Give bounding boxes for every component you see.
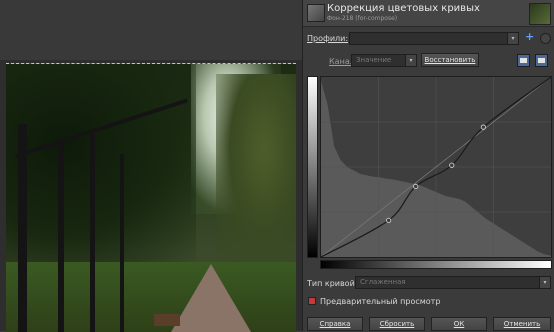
dialog-title: Коррекция цветовых кривых <box>327 3 480 14</box>
curve-control-point[interactable] <box>413 183 419 190</box>
curves-dialog: Коррекция цветовых кривых Фон-218 (for-c… <box>302 0 554 331</box>
preview-checkbox[interactable] <box>308 297 316 305</box>
chevron-down-icon[interactable]: ▾ <box>405 55 416 66</box>
curve-control-point[interactable] <box>480 124 486 130</box>
curve-control-point[interactable] <box>449 162 455 168</box>
image-canvas-area <box>0 0 302 332</box>
reset-channel-button[interactable]: Восстановить <box>421 53 479 67</box>
photo-trunk <box>120 154 124 332</box>
dialog-header: Коррекция цветовых кривых Фон-218 (for-c… <box>303 0 554 27</box>
profiles-combo[interactable]: ▾ <box>349 32 519 45</box>
chevron-down-icon[interactable]: ▾ <box>507 33 518 44</box>
photo-canopy-left <box>6 64 196 264</box>
photo-canvas[interactable] <box>6 63 296 332</box>
help-button[interactable]: Справка <box>307 317 363 331</box>
curve-control-point[interactable] <box>386 217 392 223</box>
profiles-label: Профили: <box>307 34 349 43</box>
output-gradient-bar <box>307 76 318 258</box>
curve-svg[interactable] <box>320 76 552 258</box>
layer-thumbnail <box>529 3 551 25</box>
cancel-button[interactable]: Отменить <box>493 317 551 331</box>
photo-trunk <box>58 144 64 332</box>
photo-bench <box>154 314 180 326</box>
log-histogram-icon[interactable] <box>535 54 548 67</box>
ok-button[interactable]: ОК <box>431 317 487 331</box>
curves-tool-icon <box>307 4 325 22</box>
linear-histogram-icon[interactable] <box>517 54 530 67</box>
channel-combo[interactable]: Значение ▾ <box>351 54 417 67</box>
profile-menu-icon[interactable] <box>540 33 551 44</box>
photo-path <box>171 264 251 332</box>
dialog-subtitle: Фон-218 (for-compose) <box>327 15 398 22</box>
chevron-down-icon[interactable]: ▾ <box>539 277 550 288</box>
curve-type-value: Сглаженная <box>360 278 406 286</box>
canvas-top-bar <box>0 0 302 60</box>
input-gradient-bar <box>320 260 552 269</box>
photo-trunk <box>90 134 95 332</box>
curve-type-combo[interactable]: Сглаженная ▾ <box>355 276 551 289</box>
photo-canopy-right <box>216 74 296 264</box>
reset-button[interactable]: Сбросить <box>369 317 425 331</box>
add-profile-icon[interactable]: + <box>525 30 534 43</box>
channel-value: Значение <box>356 56 392 64</box>
preview-label[interactable]: Предварительный просмотр <box>320 297 440 306</box>
dialog-button-bar: Справка Сбросить ОК Отменить <box>303 315 554 331</box>
curve-graph[interactable] <box>320 76 552 258</box>
photo-ground <box>6 262 296 332</box>
curve-type-label: Тип кривой: <box>307 279 358 288</box>
